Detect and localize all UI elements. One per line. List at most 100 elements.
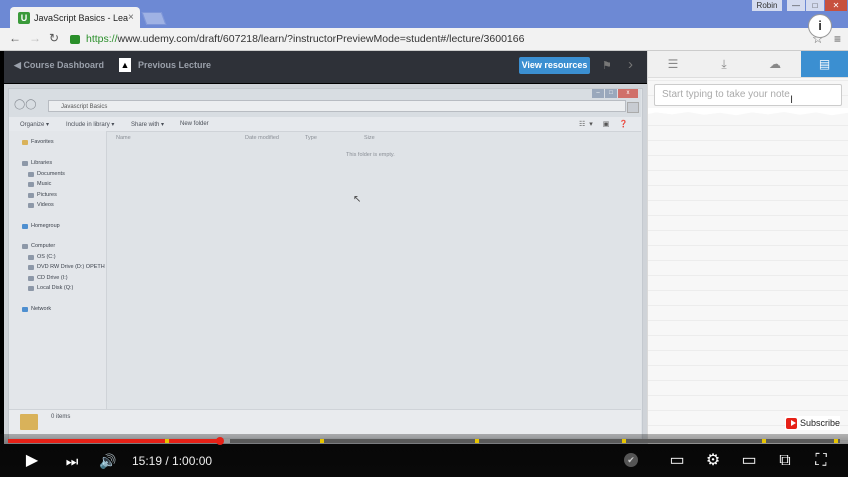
explorer-organize: Organize ▾	[20, 122, 50, 128]
nav-os-drive: OS (C:)	[28, 254, 56, 260]
explorer-include-library: Include in library ▾	[66, 122, 115, 128]
nav-videos-label: Videos	[37, 202, 54, 208]
ad-marker	[622, 439, 626, 443]
youtube-icon	[786, 417, 797, 429]
current-time: 15:19	[132, 454, 163, 468]
nav-videos: Videos	[28, 202, 54, 208]
volume-button[interactable]: 🔊	[97, 451, 119, 471]
url-text: www.udemy.com/draft/607218/learn/?instru…	[117, 33, 525, 45]
network-icon	[22, 306, 28, 312]
duration: 1:00:00	[172, 454, 213, 468]
chrome-menu-icon[interactable]: ≡	[834, 32, 841, 46]
view-resources-button[interactable]: View resources	[519, 57, 590, 74]
profile-name[interactable]: Robin	[752, 0, 782, 11]
explorer-share-with: Share with ▾	[131, 122, 165, 128]
nav-documents: Documents	[28, 171, 65, 177]
library-icon	[22, 160, 28, 166]
empty-folder-message: This folder is empty.	[346, 152, 395, 158]
nav-pictures: Pictures	[28, 192, 57, 198]
nav-network: Network	[22, 306, 51, 312]
forward-icon[interactable]: →	[28, 31, 42, 45]
maximize-window-button[interactable]: □	[806, 0, 824, 11]
course-dashboard-label: Course Dashboard	[23, 60, 104, 70]
nav-homegroup-label: Homegroup	[31, 223, 60, 229]
explorer-maximize-icon: □	[605, 89, 617, 98]
nav-cd-label: CD Drive (I:)	[37, 275, 68, 281]
dvd-icon	[28, 264, 34, 270]
text-cursor-icon: I	[790, 94, 794, 106]
url-scheme: https://	[86, 33, 118, 45]
nav-documents-label: Documents	[37, 171, 65, 177]
column-name: Name	[116, 135, 131, 141]
list-icon[interactable]: ☰	[648, 51, 698, 77]
download-icon[interactable]: ⤓	[699, 51, 749, 77]
next-button[interactable]: ⏭	[62, 451, 82, 471]
udemy-favicon: U	[18, 11, 30, 24]
minimize-window-button[interactable]: —	[787, 0, 805, 11]
nav-libraries: Libraries	[22, 160, 52, 166]
tab-title: JavaScript Basics - Learnin	[34, 12, 128, 23]
nav-cd-drive: CD Drive (I:)	[28, 275, 68, 281]
reload-icon[interactable]: ↻	[47, 31, 61, 45]
computer-icon	[22, 243, 28, 249]
address-bar[interactable]: https://www.udemy.com/draft/607218/learn…	[64, 31, 828, 47]
star-icon	[22, 139, 28, 145]
videos-icon	[28, 202, 34, 208]
fullscreen-button[interactable]: ⛶	[810, 451, 832, 471]
mouse-pointer-icon: ↖	[353, 194, 362, 205]
ad-marker	[762, 439, 766, 443]
browser-tab[interactable]: U JavaScript Basics - Learnin ×	[10, 7, 140, 28]
previous-lecture-link[interactable]: Previous Lecture	[138, 60, 211, 70]
nav-pictures-label: Pictures	[37, 192, 57, 198]
nav-computer: Computer	[22, 243, 55, 249]
nav-music: Music	[28, 181, 51, 187]
column-date-modified: Date modified	[245, 135, 279, 141]
nav-computer-label: Computer	[31, 243, 56, 249]
explorer-path-bar: Javascript Basics	[48, 100, 626, 112]
back-icon[interactable]: ←	[8, 31, 22, 45]
ad-marker	[320, 439, 324, 443]
nav-os-label: OS (C:)	[37, 254, 56, 260]
nav-favorites: Favorites	[22, 139, 54, 145]
info-icon[interactable]: i	[808, 14, 832, 38]
subscribe-button[interactable]: Subscribe	[785, 416, 840, 430]
column-type: Type	[305, 135, 317, 141]
ad-marker	[475, 439, 479, 443]
documents-icon	[28, 171, 34, 177]
theater-mode-button[interactable]: ▭	[738, 451, 760, 471]
subscribe-label: Subscribe	[799, 418, 840, 428]
explorer-minimize-icon: –	[592, 89, 604, 98]
item-count: 0 items	[51, 414, 71, 420]
close-tab-icon[interactable]: ×	[128, 12, 140, 23]
settings-button[interactable]: ⚙	[702, 451, 724, 471]
nav-local-label: Local Disk (Q:)	[37, 285, 74, 291]
explorer-new-folder: New folder	[180, 121, 209, 127]
nav-libraries-label: Libraries	[31, 160, 53, 166]
comments-icon[interactable]: ☁	[750, 51, 800, 77]
pictures-icon	[28, 192, 34, 198]
note-input[interactable]: Start typing to take your note	[654, 84, 842, 106]
nav-music-label: Music	[37, 181, 52, 187]
flag-icon[interactable]: ⚑	[602, 59, 612, 72]
course-dashboard-link[interactable]: ◀ Course Dashboard	[14, 60, 104, 71]
time-display: 15:19 / 1:00:00	[132, 454, 212, 468]
chevron-right-icon[interactable]: ›	[628, 56, 633, 73]
ad-marker	[165, 439, 169, 443]
new-tab-button[interactable]	[141, 12, 167, 25]
scrubber-handle[interactable]	[216, 437, 224, 445]
chevron-up-icon[interactable]: ▲	[119, 58, 131, 72]
notes-icon[interactable]: ▤	[801, 51, 848, 77]
disk-icon	[28, 285, 34, 291]
captions-button[interactable]: ▭	[666, 451, 688, 471]
check-icon[interactable]: ✔	[624, 453, 638, 467]
nav-homegroup: Homegroup	[22, 223, 60, 229]
nav-dvd-label: DVD RW Drive (D:) OPETH	[37, 264, 105, 270]
ad-marker	[834, 439, 838, 443]
drive-icon	[28, 254, 34, 260]
play-button[interactable]: ▶	[22, 451, 42, 471]
cast-button[interactable]: ⧉	[774, 451, 796, 471]
close-window-button[interactable]: ✕	[825, 0, 847, 11]
music-icon	[28, 181, 34, 187]
nav-dvd-drive: DVD RW Drive (D:) OPETH	[28, 264, 105, 270]
nav-network-label: Network	[31, 306, 52, 312]
